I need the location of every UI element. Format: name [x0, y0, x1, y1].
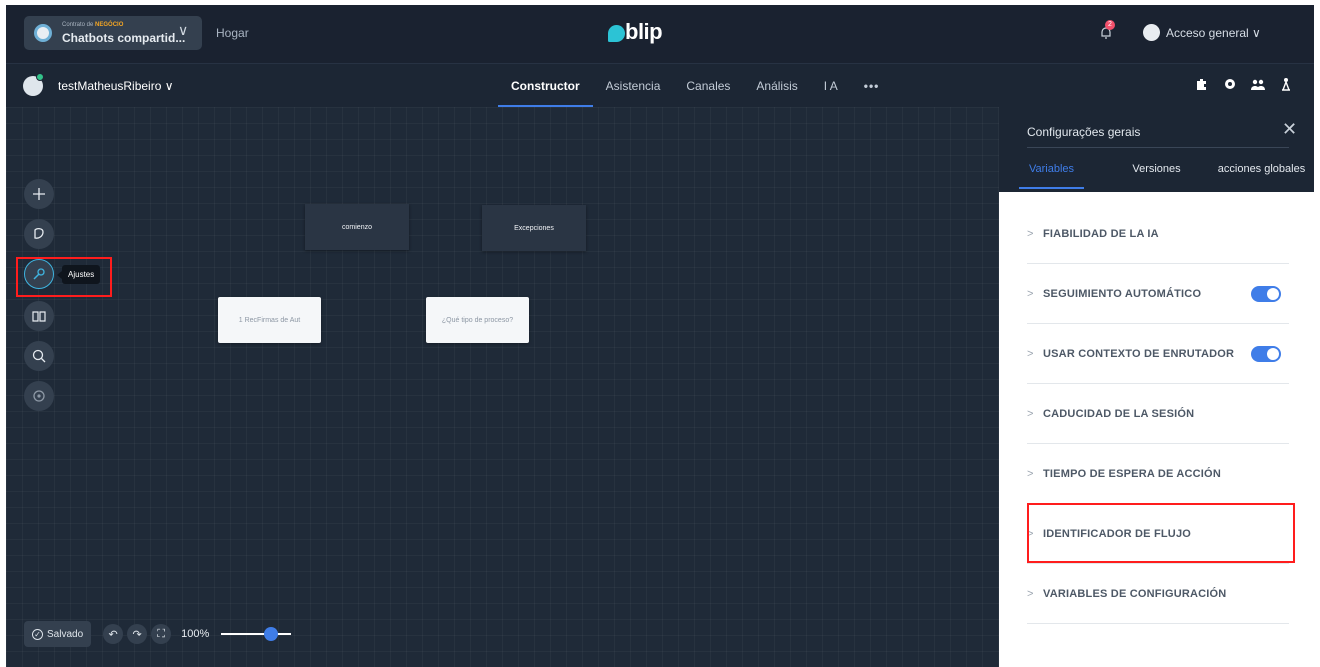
contract-selector[interactable]: Contrato de NEGÓCIO Chatbots compartid..…	[24, 16, 202, 50]
settings-panel: Configurações gerais ✕ Variables Version…	[999, 107, 1314, 667]
chevron-right-icon: >	[1027, 347, 1034, 360]
setting-label: CADUCIDAD DE LA SESIÓN	[1043, 407, 1195, 420]
main-tabs: Constructor Asistencia Canales Análisis …	[498, 64, 892, 108]
chevron-right-icon: >	[1027, 407, 1034, 420]
chevron-down-icon: ∨	[178, 22, 189, 38]
bot-nav-bar: testMatheusRibeiro ∨ Constructor Asisten…	[6, 63, 1314, 108]
more-tabs-button[interactable]: •••	[851, 64, 893, 108]
panel-divider	[1027, 147, 1289, 148]
tab-ia[interactable]: I A	[811, 64, 851, 108]
close-icon[interactable]: ✕	[1282, 119, 1297, 140]
puzzle-icon[interactable]	[1194, 76, 1210, 92]
home-link[interactable]: Hogar	[216, 26, 249, 40]
contexto-toggle[interactable]	[1251, 346, 1281, 362]
setting-caducidad-sesion[interactable]: > CADUCIDAD DE LA SESIÓN	[1027, 384, 1289, 444]
app-window: Contrato de NEGÓCIO Chatbots compartid..…	[6, 5, 1314, 667]
tab-analisis[interactable]: Análisis	[743, 64, 810, 108]
user-icon[interactable]	[1278, 76, 1294, 92]
chevron-right-icon: >	[1027, 287, 1034, 300]
panel-title: Configurações gerais	[1027, 125, 1141, 139]
tab-variables[interactable]: Variables	[999, 153, 1104, 189]
logo-text: blip	[625, 19, 663, 44]
online-indicator	[36, 73, 44, 81]
saved-label: Salvado	[47, 628, 84, 640]
saved-status: ✓ Salvado	[24, 621, 92, 647]
canvas-bottom-bar: ✓ Salvado ↶ ↷ ⛶ 100%	[24, 621, 292, 647]
tab-asistencia[interactable]: Asistencia	[593, 64, 674, 108]
redo-button[interactable]: ↷	[127, 624, 148, 644]
undo-button[interactable]: ↶	[103, 624, 124, 644]
setting-tiempo-espera[interactable]: > TIEMPO DE ESPERA DE ACCIÓN	[1027, 444, 1289, 504]
contract-icon	[34, 24, 52, 42]
tab-acciones-globales[interactable]: acciones globales	[1209, 153, 1314, 189]
setting-label: SEGUIMIENTO AUTOMÁTICO	[1043, 287, 1202, 300]
panel-tabs: Variables Versiones acciones globales	[999, 153, 1314, 189]
setting-variables-configuracion[interactable]: > VARIABLES DE CONFIGURACIÓN	[1027, 564, 1289, 624]
tab-versiones[interactable]: Versiones	[1104, 153, 1209, 189]
top-bar: Contrato de NEGÓCIO Chatbots compartid..…	[6, 5, 1314, 63]
notifications-bell-icon[interactable]: 2	[1099, 20, 1115, 40]
zoom-level: 100%	[181, 628, 210, 640]
bot-selector[interactable]: testMatheusRibeiro ∨	[58, 79, 174, 93]
tab-canales[interactable]: Canales	[673, 64, 743, 108]
tab-constructor[interactable]: Constructor	[498, 64, 593, 108]
search-button[interactable]	[24, 341, 54, 371]
contract-prefix: Contrato de	[62, 22, 94, 28]
setting-usar-contexto[interactable]: > USAR CONTEXTO DE ENRUTADOR	[1027, 324, 1289, 384]
flow-node-comienzo[interactable]: comienzo	[305, 204, 409, 250]
fullscreen-button[interactable]: ⛶	[151, 624, 172, 644]
bug-icon	[34, 228, 44, 239]
flow-node-excepciones[interactable]: Excepciones	[482, 205, 586, 251]
setting-fiabilidad-ia[interactable]: > FIABILIDAD DE LA IA	[1027, 204, 1289, 264]
chevron-right-icon: >	[1027, 467, 1034, 480]
contract-tier: NEGÓCIO	[95, 22, 124, 28]
flow-node-recfirmas[interactable]: 1 RecFirmas de Aut	[218, 297, 321, 343]
debug-button[interactable]	[24, 219, 54, 249]
plus-icon	[33, 188, 45, 200]
notifications-badge: 2	[1105, 20, 1115, 30]
flow-node-tipo-proceso[interactable]: ¿Qué tipo de proceso?	[426, 297, 529, 343]
flow-canvas[interactable]: Ajustes comienzo Excepciones 1 RecFirmas…	[6, 107, 999, 667]
search-icon	[32, 349, 46, 363]
highlight-settings-box	[16, 257, 112, 297]
contract-name: Chatbots compartid...	[62, 31, 186, 45]
seguimiento-toggle[interactable]	[1251, 286, 1281, 302]
screenshot-frame: Contrato de NEGÓCIO Chatbots compartid..…	[0, 0, 1320, 667]
add-block-button[interactable]	[24, 179, 54, 209]
gear-icon[interactable]	[1222, 76, 1238, 92]
highlight-identificador-box	[1027, 503, 1295, 563]
blip-bubble-icon	[608, 25, 625, 42]
integrations-button[interactable]	[24, 381, 54, 411]
check-circle-icon: ✓	[32, 628, 43, 640]
book-icon	[32, 311, 46, 322]
setting-label: FIABILIDAD DE LA IA	[1043, 227, 1159, 240]
contract-tier-line: Contrato de NEGÓCIO	[62, 22, 123, 28]
setting-label: VARIABLES DE CONFIGURACIÓN	[1043, 587, 1227, 600]
zoom-slider[interactable]	[221, 627, 292, 641]
setting-label: USAR CONTEXTO DE ENRUTADOR	[1043, 347, 1235, 360]
account-avatar[interactable]	[1143, 24, 1160, 41]
chevron-right-icon: >	[1027, 227, 1034, 240]
setting-label: TIEMPO DE ESPERA DE ACCIÓN	[1043, 467, 1221, 480]
bot-avatar	[23, 73, 44, 96]
account-menu[interactable]: Acceso general ∨	[1166, 26, 1261, 40]
zoom-slider-track	[221, 633, 292, 635]
help-button[interactable]	[24, 301, 54, 331]
nav-right-icons	[1194, 76, 1294, 92]
zoom-slider-thumb[interactable]	[264, 627, 279, 641]
plug-icon	[33, 390, 45, 402]
panel-header: Configurações gerais ✕ Variables Version…	[999, 107, 1314, 192]
chevron-right-icon: >	[1027, 587, 1034, 600]
setting-seguimiento-automatico[interactable]: > SEGUIMIENTO AUTOMÁTICO	[1027, 264, 1289, 324]
team-icon[interactable]	[1250, 76, 1266, 92]
